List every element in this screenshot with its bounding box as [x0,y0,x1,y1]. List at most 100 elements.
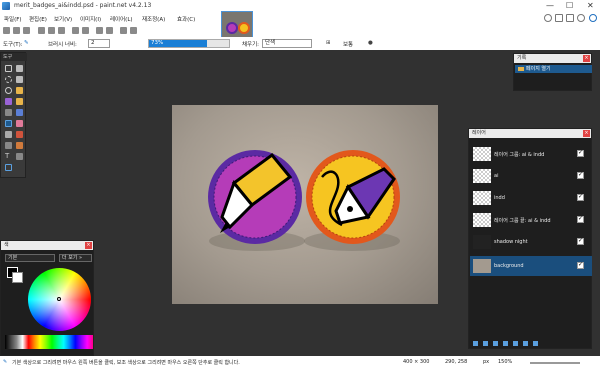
recolor-icon[interactable] [16,142,23,149]
rectangle-select-icon[interactable] [5,65,12,72]
menu-adjustments[interactable]: 재조정(A) [142,15,165,23]
more-colors-button[interactable]: 더 보기 » [59,254,92,262]
menu-file[interactable]: 파일(F) [4,15,22,23]
menu-layers[interactable]: 레이어(L) [110,15,133,23]
close-colors-button[interactable]: × [85,242,92,249]
line-curve-icon[interactable] [16,153,23,160]
blend-mode-icon[interactable]: ⊞ [326,40,331,46]
close-button[interactable]: ✕ [587,1,594,10]
status-bar: ✎ 기본 색상으로 그리려면 마우스 왼쪽 버튼을 클릭, 보조 색상으로 그리… [0,356,600,369]
layer-visibility-checkbox[interactable] [577,261,584,269]
deselect-icon[interactable] [82,27,89,34]
ellipse-select-icon[interactable] [5,87,12,94]
opacity-value: 73% [151,40,164,46]
layers-window-icon[interactable] [566,14,574,22]
text-icon[interactable]: T [5,153,12,160]
tool-label: 도구(T): [3,42,23,48]
palette-select[interactable]: 기본 [5,254,55,262]
brush-width-field[interactable]: 2 [88,39,110,48]
redo-icon[interactable] [106,27,113,34]
brush-hint-icon: ✎ [3,359,8,365]
menu-bar: 파일(F) 편집(E) 보기(V) 이미지(I) 레이어(L) 재조정(A) 효… [0,12,600,24]
color-palette-strip[interactable] [5,335,93,349]
delete-layer-icon[interactable] [483,341,488,346]
save-file-icon[interactable] [23,27,30,34]
zoom-level[interactable]: 150% [498,359,512,365]
antialias-select[interactable]: 보통 [343,40,353,48]
layer-row-selected[interactable]: background [470,256,592,276]
gradient-icon[interactable] [16,109,23,116]
new-file-icon[interactable] [3,27,10,34]
merge-layer-icon[interactable] [503,341,508,346]
add-layer-icon[interactable] [473,341,478,346]
move-layer-down-icon[interactable] [523,341,528,346]
menu-effects[interactable]: 효과(C) [177,15,195,23]
move-selected-icon[interactable] [16,65,23,72]
secondary-color-swatch[interactable] [12,272,23,283]
lasso-select-icon[interactable] [5,76,12,83]
layer-row[interactable]: shadow night [470,232,592,252]
unit-select[interactable]: px [483,359,489,365]
layer-row[interactable]: indd [470,188,592,208]
alpha-blend-icon[interactable]: ● [368,40,373,46]
layer-row[interactable]: ai [470,166,592,186]
fill-select[interactable]: 단색 [262,39,312,48]
cut-icon[interactable] [38,27,45,34]
layer-properties-icon[interactable] [533,341,538,346]
settings-icon[interactable] [577,14,585,22]
history-window-icon[interactable] [555,14,563,22]
app-window: merit_badges_ai&indd.psd - paint.net v4.… [0,0,600,369]
layer-row[interactable]: 레이어 그룹 끝: ai & indd [470,210,592,230]
undo-icon[interactable] [96,27,103,34]
shapes-icon[interactable] [5,164,12,171]
menu-view[interactable]: 보기(V) [54,15,72,23]
layer-visibility-checkbox[interactable] [577,171,584,179]
move-layer-up-icon[interactable] [513,341,518,346]
layer-visibility-checkbox[interactable] [577,149,584,157]
ruler-icon[interactable] [130,27,137,34]
paint-bucket-icon[interactable] [5,109,12,116]
menu-edit[interactable]: 편집(E) [29,15,47,23]
layers-panel-header: 레이어 × [469,129,591,138]
thumbnail-yellow-badge [238,22,250,34]
grid-icon[interactable] [120,27,127,34]
help-icon[interactable] [589,14,597,22]
layer-visibility-checkbox[interactable] [577,237,584,245]
status-hint: 기본 색상으로 그리려면 마우스 왼쪽 버튼을 클릭, 보조 색상으로 그리려면… [12,360,240,366]
colors-panel-header: 색 × [1,241,93,250]
opacity-slider[interactable]: 73% [148,39,230,48]
color-picker-icon[interactable] [16,131,23,138]
layer-name: 레이어 그룹: ai & indd [494,152,545,158]
image-canvas[interactable] [172,105,438,304]
paste-icon[interactable] [58,27,65,34]
paintbrush-icon[interactable] [5,120,12,127]
close-history-button[interactable]: × [583,55,590,62]
zoom-slider[interactable] [530,362,580,364]
color-wheel-cursor[interactable] [57,297,61,301]
crop-icon[interactable] [72,27,79,34]
menu-image[interactable]: 이미지(I) [80,15,101,23]
move-selection-icon[interactable] [16,76,23,83]
layer-visibility-checkbox[interactable] [577,215,584,223]
duplicate-layer-icon[interactable] [493,341,498,346]
open-file-icon[interactable] [13,27,20,34]
magic-wand-icon[interactable] [5,98,12,105]
layer-row[interactable]: 레이어 그룹: ai & indd [470,144,592,164]
pencil-icon[interactable] [5,131,12,138]
eraser-icon[interactable] [16,120,23,127]
layer-visibility-checkbox[interactable] [577,193,584,201]
minimize-button[interactable]: — [546,1,554,10]
app-icon [2,2,10,10]
history-item[interactable]: 페이지 열기 [515,65,592,73]
layer-thumbnail [473,147,491,161]
close-layers-button[interactable]: × [583,130,590,137]
clone-stamp-icon[interactable] [5,142,12,149]
color-wheel[interactable] [28,268,91,331]
maximize-button[interactable]: ☐ [566,1,573,10]
pan-icon[interactable] [16,98,23,105]
zoom-icon[interactable] [16,87,23,94]
brush-icon[interactable]: ✎ [24,40,29,46]
copy-icon[interactable] [48,27,55,34]
brush-width-label: 브러시 너비: [48,42,77,48]
tools-window-icon[interactable] [544,14,552,22]
